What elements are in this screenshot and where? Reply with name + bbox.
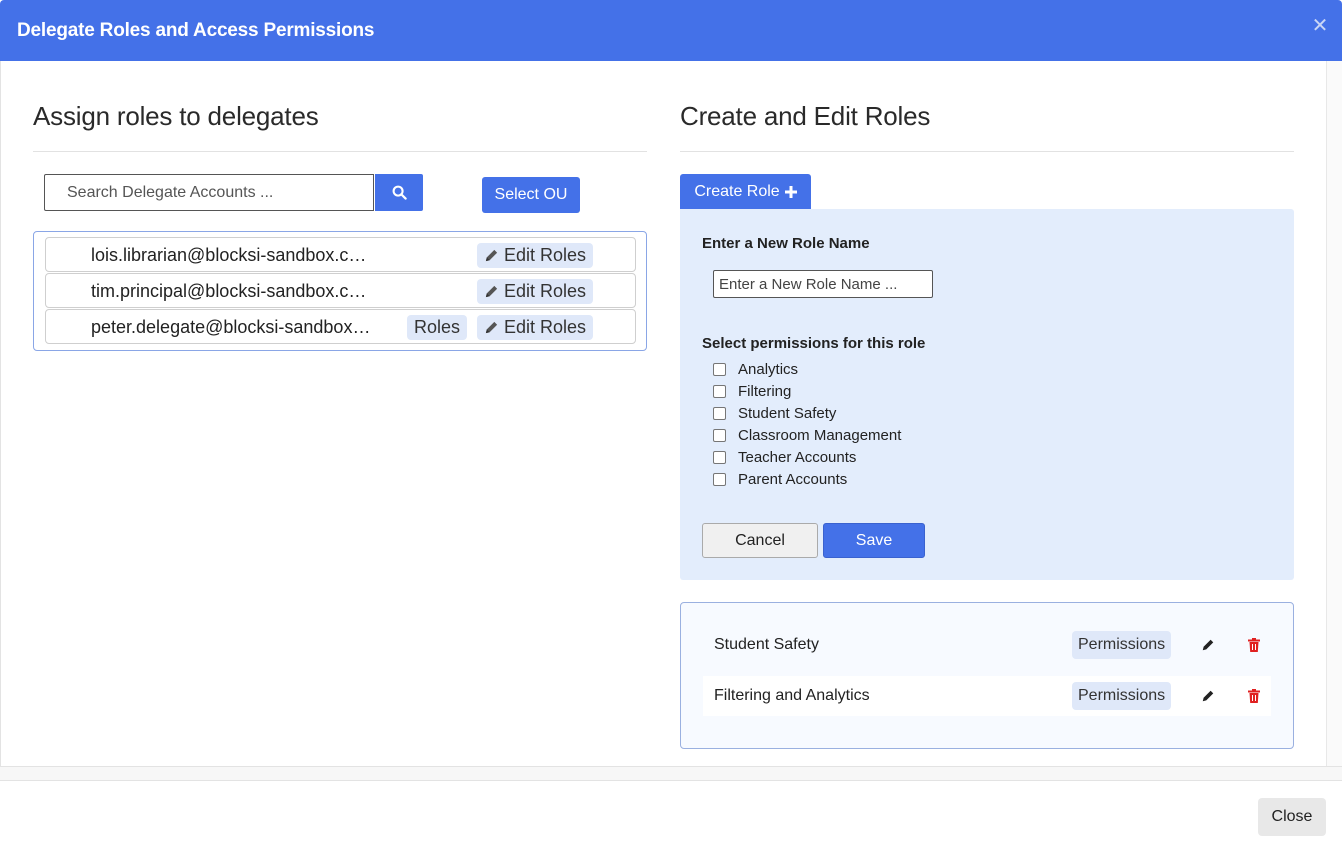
pencil-icon[interactable] [1199, 687, 1217, 705]
pencil-icon [485, 249, 498, 262]
search-button[interactable] [375, 174, 423, 211]
new-role-name-label: Enter a New Role Name [702, 235, 870, 252]
permission-option[interactable]: Teacher Accounts [713, 447, 856, 467]
checkbox[interactable] [713, 472, 726, 486]
search-icon [392, 185, 407, 200]
permission-label: Teacher Accounts [738, 448, 857, 466]
permission-option[interactable]: Student Safety [713, 403, 836, 423]
permissions-button[interactable]: Permissions [1072, 631, 1172, 659]
search-delegate-input[interactable] [44, 174, 374, 211]
permission-label: Filtering [738, 382, 792, 400]
pencil-icon [485, 285, 498, 298]
delegate-email: tim.principal@blocksi-sandbox.c… [91, 281, 367, 301]
checkbox[interactable] [713, 362, 726, 376]
close-icon[interactable]: ✕ [1311, 16, 1329, 36]
new-role-name-input[interactable] [713, 270, 933, 298]
pencil-icon[interactable] [1199, 636, 1217, 654]
roles-badge[interactable]: Roles [407, 315, 468, 340]
permission-option[interactable]: Analytics [713, 359, 798, 379]
permission-label: Classroom Management [738, 426, 902, 444]
checkbox[interactable] [713, 384, 726, 398]
left-divider [33, 151, 647, 152]
checkbox[interactable] [713, 428, 726, 442]
modal-scrollbar[interactable] [1326, 61, 1342, 767]
role-name: Student Safety [714, 636, 819, 653]
delegate-row: peter.delegate@blocksi-sandbox… Roles Ed… [45, 309, 636, 344]
role-name: Filtering and Analytics [714, 687, 870, 704]
delegate-email: peter.delegate@blocksi-sandbox… [91, 317, 371, 337]
edit-roles-button[interactable]: Edit Roles [477, 315, 594, 340]
trash-icon[interactable] [1245, 636, 1263, 654]
pencil-icon [485, 321, 498, 334]
delegate-row: lois.librarian@blocksi-sandbox.c… Edit R… [45, 237, 636, 272]
save-button[interactable]: Save [823, 523, 925, 558]
role-row: Student Safety Permissions [703, 625, 1271, 665]
horizontal-scrollbar[interactable] [0, 766, 1342, 780]
permission-option[interactable]: Parent Accounts [713, 469, 847, 489]
permission-label: Parent Accounts [738, 470, 848, 488]
edit-roles-label: Edit Roles [504, 317, 587, 337]
modal-footer [0, 780, 1342, 852]
modal-title: Delegate Roles and Access Permissions [17, 20, 375, 41]
permission-label: Analytics [738, 360, 799, 378]
edit-roles-label: Edit Roles [504, 281, 587, 301]
checkbox[interactable] [713, 450, 726, 464]
permission-label: Student Safety [738, 404, 837, 422]
permissions-label: Select permissions for this role [702, 335, 926, 352]
delegate-email: lois.librarian@blocksi-sandbox.c… [91, 245, 367, 265]
edit-roles-button[interactable]: Edit Roles [477, 279, 594, 304]
plus-icon [784, 185, 797, 198]
right-divider [680, 151, 1294, 152]
permissions-button[interactable]: Permissions [1072, 682, 1172, 710]
close-button[interactable]: Close [1258, 798, 1326, 836]
modal-header: Delegate Roles and Access Permissions ✕ [0, 0, 1342, 61]
cancel-button[interactable]: Cancel [702, 523, 818, 558]
create-role-button[interactable]: Create Role [680, 174, 811, 209]
checkbox[interactable] [713, 406, 726, 420]
select-ou-button[interactable]: Select OU [482, 177, 580, 213]
create-role-label: Create Role [694, 182, 780, 200]
permission-option[interactable]: Classroom Management [713, 425, 901, 445]
delegate-roles-modal: Delegate Roles and Access Permissions ✕ … [0, 0, 1342, 852]
edit-roles-button[interactable]: Edit Roles [477, 243, 594, 268]
trash-icon[interactable] [1245, 687, 1263, 705]
create-edit-roles-title: Create and Edit Roles [680, 101, 931, 131]
permission-option[interactable]: Filtering [713, 381, 791, 401]
role-row: Filtering and Analytics Permissions [703, 676, 1271, 716]
delegate-row: tim.principal@blocksi-sandbox.c… Edit Ro… [45, 273, 636, 308]
edit-roles-label: Edit Roles [504, 245, 587, 265]
assign-roles-title: Assign roles to delegates [33, 101, 319, 131]
